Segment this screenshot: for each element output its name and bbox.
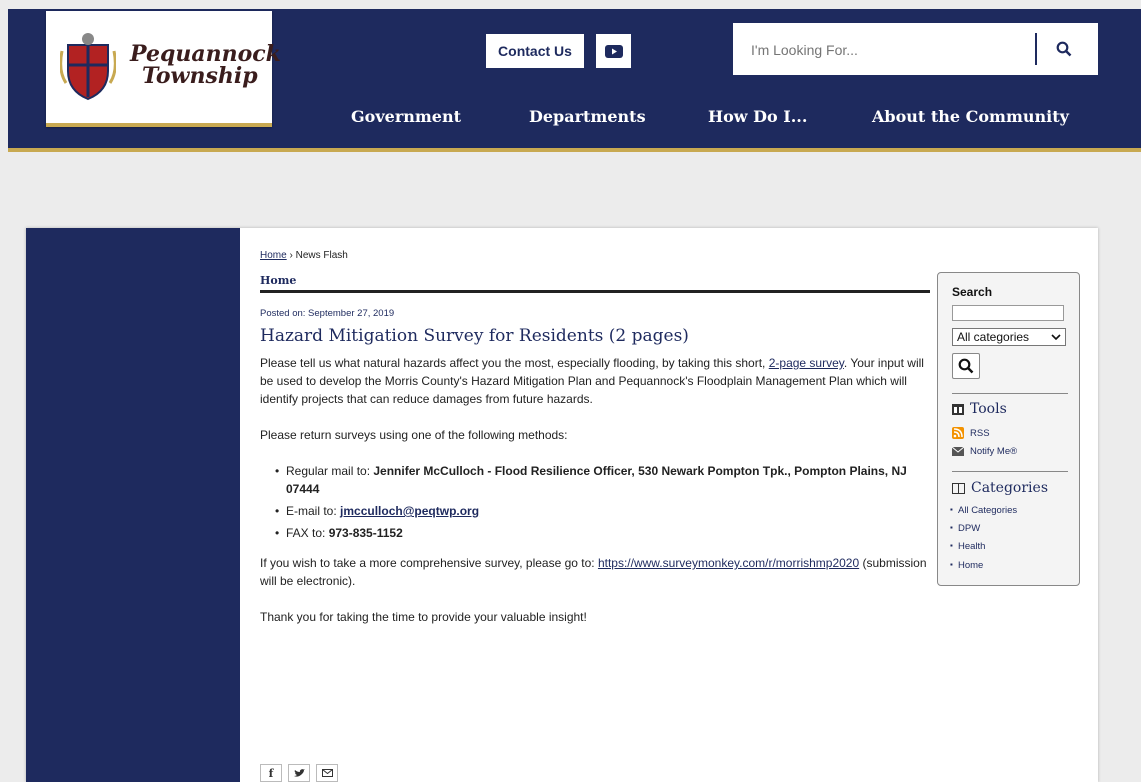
site-search — [733, 23, 1098, 75]
mail-label: Regular mail to: — [286, 464, 374, 478]
nav-how-do-i[interactable]: How Do I... — [708, 107, 807, 126]
category-dpw[interactable]: DPW — [950, 523, 980, 534]
comprehensive-text: If you wish to take a more comprehensive… — [260, 556, 598, 570]
rss-icon — [952, 427, 964, 439]
list-item: E-mail to: jmcculloch@peqtwp.org — [275, 502, 930, 520]
twitter-icon — [293, 768, 305, 777]
contact-us-button[interactable]: Contact Us — [486, 34, 584, 68]
list-item: Regular mail to: Jennifer McCulloch - Fl… — [275, 462, 930, 498]
sidebar-search-label: Search — [952, 285, 993, 299]
nav-government[interactable]: Government — [351, 107, 461, 126]
section-heading[interactable]: Home — [260, 274, 930, 293]
intro-text: Please tell us what natural hazards affe… — [260, 356, 769, 370]
breadcrumb: Home › News Flash — [260, 250, 348, 261]
category-select[interactable]: All categories — [952, 328, 1066, 346]
notify-me-link[interactable]: Notify Me® — [952, 446, 1017, 457]
facebook-share-button[interactable]: f — [260, 764, 282, 782]
tools-heading: Tools — [952, 401, 1007, 417]
search-divider — [1035, 33, 1037, 65]
category-health[interactable]: Health — [950, 541, 986, 552]
facebook-icon: f — [268, 766, 274, 780]
breadcrumb-home-link[interactable]: Home — [260, 250, 287, 261]
surveymonkey-link[interactable]: https://www.surveymonkey.com/r/morrishmp… — [598, 556, 859, 570]
comprehensive-survey-paragraph: If you wish to take a more comprehensive… — [260, 554, 930, 590]
survey-link[interactable]: 2-page survey — [769, 356, 844, 370]
youtube-button[interactable] — [596, 34, 631, 68]
list-item: FAX to: 973-835-1152 — [275, 524, 930, 542]
book-icon — [952, 482, 965, 494]
intro-paragraph: Please tell us what natural hazards affe… — [260, 354, 930, 408]
crest-icon — [60, 33, 116, 101]
tools-heading-text: Tools — [970, 401, 1007, 417]
posted-date: Posted on: September 27, 2019 — [260, 308, 395, 319]
left-column — [26, 228, 240, 782]
category-home[interactable]: Home — [950, 560, 983, 571]
tools-icon — [952, 403, 964, 415]
site-header: Pequannock Township Contact Us Governmen… — [8, 9, 1141, 152]
breadcrumb-separator: › — [289, 250, 293, 261]
rss-link-text: RSS — [970, 427, 990, 439]
categories-heading-text: Categories — [971, 480, 1048, 496]
category-select-value: All categories — [957, 330, 1030, 344]
rss-link[interactable]: RSS — [952, 427, 990, 439]
article-title: Hazard Mitigation Survey for Residents (… — [260, 326, 689, 346]
search-icon — [958, 358, 974, 374]
methods-list: Regular mail to: Jennifer McCulloch - Fl… — [260, 462, 930, 542]
nav-departments[interactable]: Departments — [529, 107, 646, 126]
envelope-icon — [321, 769, 333, 777]
notify-me-text: Notify Me® — [970, 446, 1018, 457]
article-body: Please tell us what natural hazards affe… — [260, 354, 930, 644]
search-icon — [1056, 41, 1072, 57]
main-nav: Government Departments How Do I... About… — [8, 107, 1141, 131]
fax-label: FAX to: — [286, 526, 329, 540]
content-area: Home › News Flash Home Posted on: Septem… — [26, 228, 1098, 782]
email-link[interactable]: jmcculloch@peqtwp.org — [340, 504, 479, 518]
chevron-down-icon — [1051, 334, 1061, 340]
site-search-input[interactable] — [749, 37, 1023, 63]
sidebar-search-button[interactable] — [952, 353, 980, 379]
logo-line-2: Township — [142, 63, 258, 89]
nav-about-community[interactable]: About the Community — [872, 107, 1069, 126]
site-search-button[interactable] — [1049, 35, 1079, 63]
youtube-icon — [604, 44, 623, 58]
email-share-button[interactable] — [316, 764, 338, 782]
sidebar-divider — [952, 471, 1068, 472]
sidebar-divider — [952, 393, 1068, 394]
category-all[interactable]: All Categories — [950, 505, 1017, 516]
logo-line-1: Pequannock — [130, 41, 281, 67]
share-bar: f — [260, 764, 338, 782]
envelope-icon — [952, 447, 964, 456]
news-sidebar: Search All categories Tools RSS Notify M… — [937, 272, 1080, 586]
thanks-paragraph: Thank you for taking the time to provide… — [260, 610, 587, 624]
methods-intro: Please return surveys using one of the f… — [260, 428, 568, 442]
breadcrumb-current: News Flash — [295, 250, 348, 261]
categories-heading: Categories — [952, 480, 1048, 496]
email-label: E-mail to: — [286, 504, 341, 518]
logo-wordmark: Pequannock Township — [130, 43, 281, 87]
fax-number: 973-835-1152 — [328, 526, 403, 540]
mail-address: Jennifer McCulloch - Flood Resilience Of… — [286, 464, 907, 496]
sidebar-search-input[interactable] — [952, 305, 1064, 321]
twitter-share-button[interactable] — [288, 764, 310, 782]
